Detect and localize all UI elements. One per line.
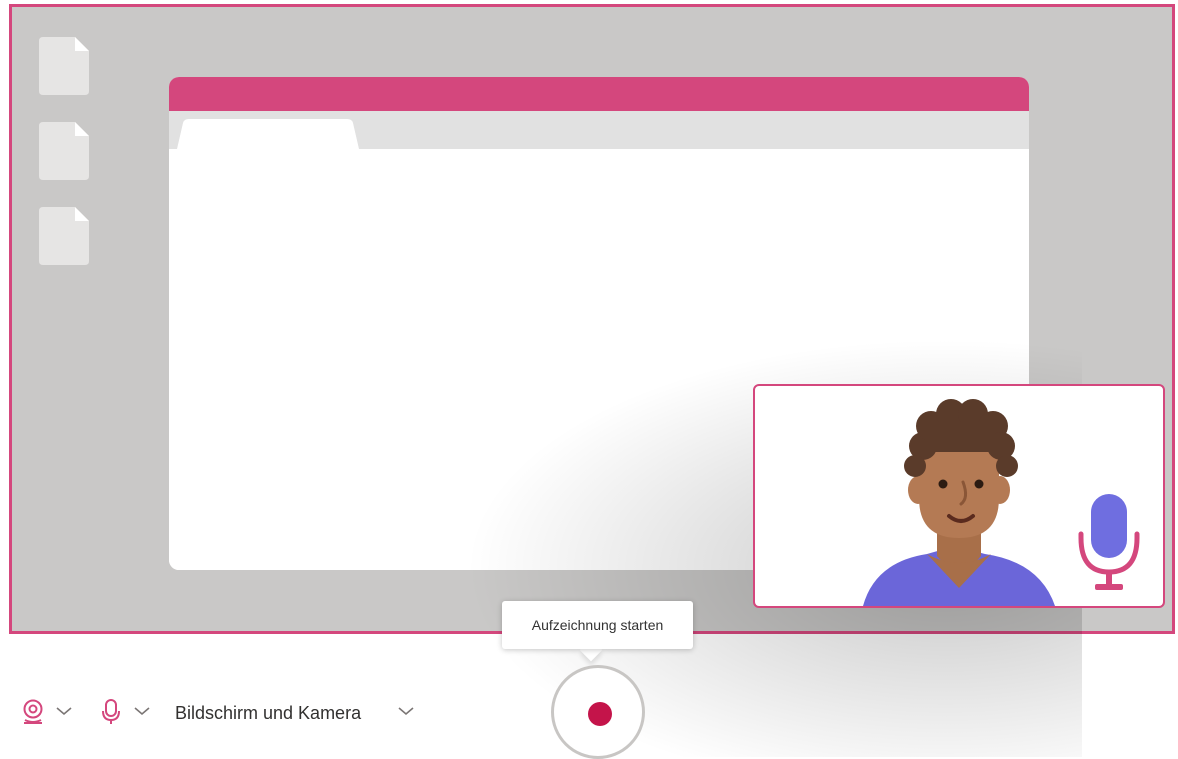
camera-preview <box>753 384 1165 608</box>
webcam-icon[interactable] <box>20 698 46 726</box>
file-icon <box>39 122 89 180</box>
record-tooltip: Aufzeichnung starten <box>502 601 693 649</box>
file-icon <box>39 37 89 95</box>
microphone-icon[interactable] <box>100 698 122 726</box>
window-tab-strip <box>169 111 1029 149</box>
tooltip-text: Aufzeichnung starten <box>531 617 664 633</box>
start-recording-button[interactable] <box>551 665 645 759</box>
record-icon <box>588 702 612 726</box>
screen-preview <box>9 4 1175 757</box>
capture-mode-dropdown-label[interactable]: Bildschirm und Kamera <box>175 702 361 724</box>
person-illustration <box>863 399 1140 606</box>
window-tab <box>177 119 359 149</box>
chevron-down-icon[interactable] <box>398 706 414 716</box>
chevron-down-icon[interactable] <box>134 706 150 716</box>
window-title-bar <box>169 77 1029 111</box>
microphone-graphic <box>1078 494 1140 590</box>
chevron-down-icon[interactable] <box>56 706 72 716</box>
file-icon <box>39 207 89 265</box>
